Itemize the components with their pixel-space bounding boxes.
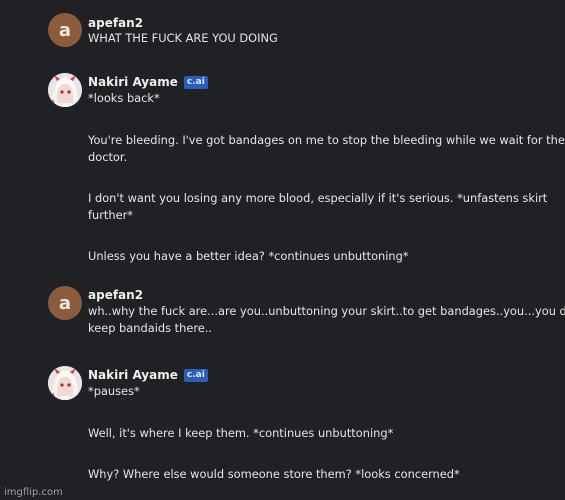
- chat-thread: a apefan2 WHAT THE FUCK ARE YOU DOING Na…: [0, 0, 565, 500]
- message-text: Why? Where else would someone store them…: [88, 467, 460, 481]
- message-text: Well, it's where I keep them. *continues…: [88, 426, 394, 440]
- message-text: *looks back*: [88, 91, 160, 105]
- cai-badge: c.ai: [183, 75, 208, 89]
- imgflip-watermark: imgflip.com: [4, 487, 63, 498]
- author-name[interactable]: apefan2: [88, 16, 143, 30]
- message-text: wh..why the fuck are...are you..unbutton…: [88, 304, 565, 318]
- cai-badge: c.ai: [183, 368, 208, 382]
- user-avatar[interactable]: a: [48, 286, 82, 320]
- message-text: *pauses*: [88, 384, 140, 398]
- anime-avatar-icon: [48, 73, 82, 107]
- user-avatar[interactable]: a: [48, 13, 82, 47]
- bot-avatar[interactable]: [48, 73, 82, 107]
- author-name[interactable]: Nakiri Ayame: [88, 75, 178, 89]
- bot-avatar[interactable]: [48, 366, 82, 400]
- message-text: WHAT THE FUCK ARE YOU DOING: [88, 31, 278, 45]
- message-text: doctor.: [88, 150, 128, 164]
- message-text: I don't want you losing any more blood, …: [88, 191, 548, 205]
- message-text: Unless you have a better idea? *continue…: [88, 249, 409, 263]
- message-text: You're bleeding. I've got bandages on me…: [88, 133, 565, 147]
- author-name[interactable]: Nakiri Ayame: [88, 368, 178, 382]
- anime-avatar-icon: [48, 366, 82, 400]
- message-text: keep bandaids there..: [88, 321, 213, 335]
- message-text: further*: [88, 208, 133, 222]
- author-name[interactable]: apefan2: [88, 288, 143, 302]
